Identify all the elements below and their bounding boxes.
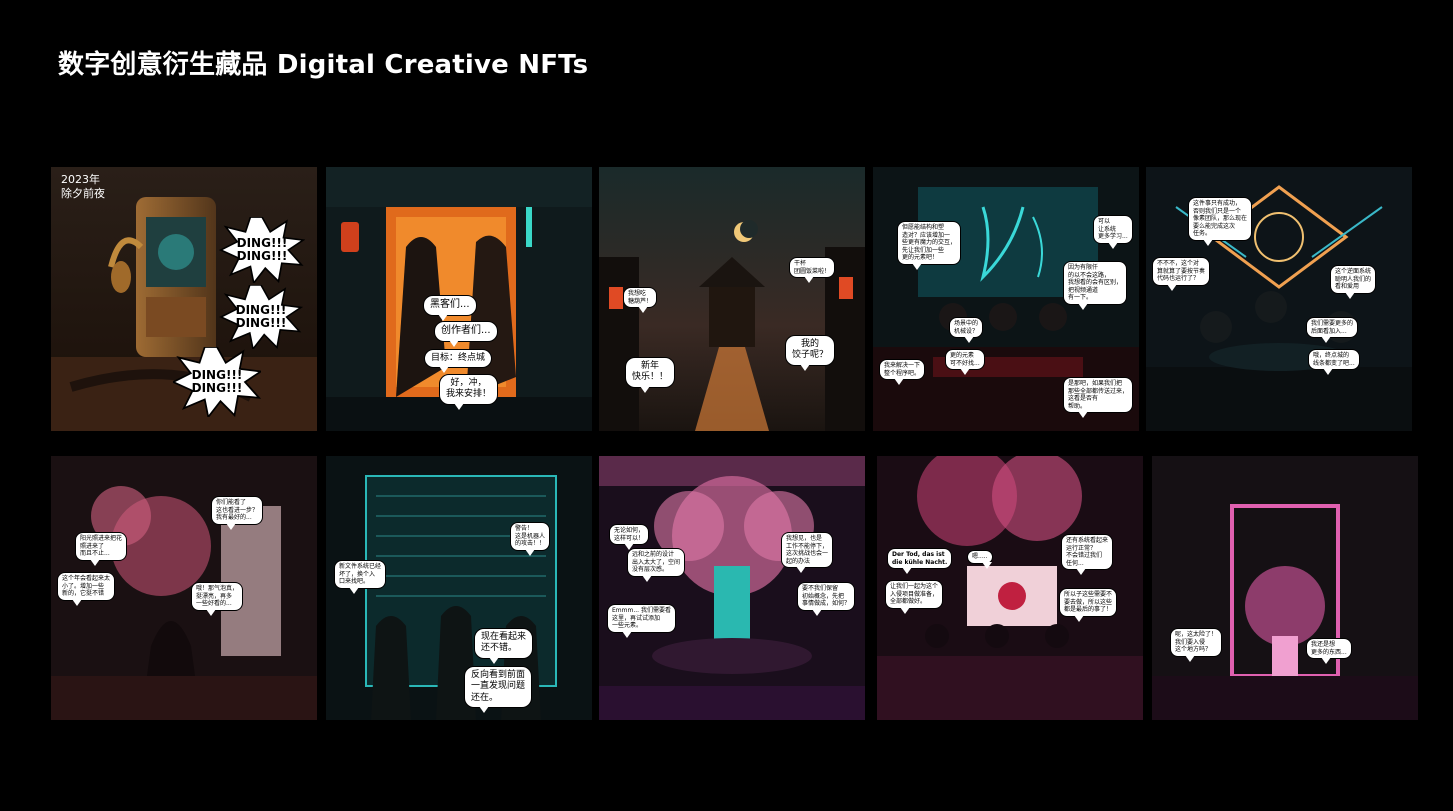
speech-bubble: 好，冲， 我来安排！ bbox=[439, 374, 499, 409]
speech-bubble: 要不我们保留 初始概念，先把 事情做成，如何？ bbox=[797, 582, 856, 615]
comic-panel-2: 黑客们... 创作者们... 目标：终点城 好，冲， 我来安排！ bbox=[326, 167, 592, 431]
speech-bubble: 可以 让系统 更多学习... bbox=[1093, 215, 1133, 248]
comic-panel-4: 但愿能结构和塑 造对？应该增加一 些更有魔力的交互， 先让我们加一些 更的元素吧… bbox=[873, 167, 1139, 431]
neon-meeting-image bbox=[1146, 167, 1412, 431]
speech-bubble: 我们需要更多的 后面看加入... bbox=[1306, 317, 1359, 343]
speech-bubble: 你们能看了 这也看进一步？ 我有最好的... bbox=[211, 496, 264, 529]
speech-bubble: 是那吧，如果我们把 那些全部都传送过来， 这看是否有 帮助。 bbox=[1063, 377, 1134, 418]
ding-burst-1: DING!!! DING!!! bbox=[219, 217, 305, 283]
speech-bubble: Der Tod, das ist die kühle Nacht. bbox=[887, 548, 953, 574]
speech-bubble: 但愿能结构和塑 造对？应该增加一 些更有魔力的交互， 先让我们加一些 更的元素吧… bbox=[897, 221, 962, 269]
speech-bubble: 我来解决一下 整个程序吧。 bbox=[879, 359, 926, 385]
comic-panel-6: 你们能看了 这也看进一步？ 我有最好的... 阳光照进来把花 照进来了 而且不止… bbox=[51, 456, 317, 720]
speech-bubble: 干杯 团圆饭菜啦！ bbox=[789, 257, 836, 283]
comic-panel-8: 无论如何， 这样可以！ 远和之前的设计 出入太大了，空间 没有层次感。 Emmm… bbox=[599, 456, 865, 720]
speech-bubble: 新年 快乐！！ bbox=[625, 357, 676, 392]
speech-bubble: 我想见，也是 工作不能停下， 这次挑战也会一 起的办法 bbox=[781, 532, 834, 573]
speech-bubble: 这件事只有成功， 否则我们只是一个 像素团队，那么现在 要么能完成这次 任务。 bbox=[1188, 197, 1253, 245]
speech-bubble: 我的 饺子呢？ bbox=[785, 335, 836, 370]
comic-panel-3: 我想吃 糖葫芦！ 干杯 团圆饭菜啦！ 新年 快乐！！ 我的 饺子呢？ bbox=[599, 167, 865, 431]
speech-bubble: 呢，这太险了！ 我们要入侵 这个地方吗？ bbox=[1170, 628, 1223, 661]
speech-bubble: 嗯..... bbox=[967, 550, 993, 568]
comic-panel-9: Der Tod, das ist die kühle Nacht. 嗯.....… bbox=[877, 456, 1143, 720]
speech-bubble: 无论如何， 这样可以！ bbox=[609, 524, 650, 550]
comic-panel-10: 呢，这太险了！ 我们要入侵 这个地方吗？ 我还是想 更多的东西... bbox=[1152, 456, 1418, 720]
comic-panel-5: 这件事只有成功， 否则我们只是一个 像素团队，那么现在 要么能完成这次 任务。 … bbox=[1146, 167, 1412, 431]
page-title: 数字创意衍生藏品 Digital Creative NFTs bbox=[58, 50, 589, 80]
speech-bubble: 我想吃 糖葫芦！ bbox=[623, 287, 658, 313]
ding-text-3: DING!!! DING!!! bbox=[191, 368, 243, 395]
neon-gate-image bbox=[1152, 456, 1418, 720]
speech-bubble: 这个年会看起来太 小了。增加一些 新的，它挺不错 bbox=[57, 572, 116, 605]
speech-bubble: 远和之前的设计 出入太大了，空间 没有层次感。 bbox=[627, 548, 686, 581]
speech-bubble: 哦，终点城的 线条都变了吧... bbox=[1308, 349, 1360, 375]
ding-text-2: DING!!! DING!!! bbox=[235, 303, 287, 330]
speech-bubble: 黑客们... bbox=[423, 295, 477, 320]
speech-bubble: 更的元素 可不好找... bbox=[945, 349, 985, 375]
speech-bubble: 这个逆面系统 聪明人我们的 看和爱用 bbox=[1330, 265, 1377, 298]
speech-bubble: 不不不，这个对 算就算了要按节奏 代码也运行了？ bbox=[1152, 257, 1211, 290]
speech-bubble: 我还是想 更多的东西... bbox=[1306, 638, 1352, 664]
speech-bubble: 还有系统看起来 运行正常？ 不会错过我们 任何... bbox=[1061, 534, 1114, 575]
speech-bubble: 警告！ 这是机器人 的攻击！！ bbox=[510, 522, 551, 555]
panel-caption: 2023年 除夕前夜 bbox=[61, 173, 105, 200]
speech-bubble: 现在看起来 还不错。 bbox=[474, 628, 534, 663]
ding-burst-2: DING!!! DING!!! bbox=[219, 285, 303, 349]
speech-bubble: 反向看到前面 一直发现问题 还在。 bbox=[464, 666, 533, 713]
speech-bubble: 新文件系统已经 坏了，换个入 口来找吧。 bbox=[334, 560, 387, 593]
speech-bubble: Emmm... 我们需要看 这里，再试试添加 一些元素。 bbox=[607, 604, 676, 637]
speech-bubble: 创作者们... bbox=[434, 321, 498, 346]
speech-bubble: 目标：终点城 bbox=[424, 349, 493, 374]
comic-panel-1: 2023年 除夕前夜 DING!!! DING!!! DING!!! DING!… bbox=[51, 167, 317, 431]
comic-panel-7: 新文件系统已经 坏了，换个入 口来找吧。 警告！ 这是机器人 的攻击！！ 现在看… bbox=[326, 456, 592, 720]
speech-bubble: 所以子这些需要不 要去做，所以这些 都是最后的事了！ bbox=[1059, 588, 1118, 621]
speech-bubble: 哦！那气泡真， 挺漂亮，再多 一些好看的... bbox=[191, 582, 244, 615]
ding-burst-3: DING!!! DING!!! bbox=[173, 347, 261, 417]
speech-bubble: 因为有限仟 的以不会这路， 我想看的会有区别， 把视频通道 有一下。 bbox=[1063, 261, 1128, 309]
speech-bubble: 让我们一起为这个 入侵项目做准备， 全部都做好。 bbox=[885, 580, 944, 613]
ding-text-1: DING!!! DING!!! bbox=[236, 236, 288, 263]
speech-bubble: 阳光照进来把花 照进来了 而且不止... bbox=[75, 532, 128, 565]
speech-bubble: 场景中的 机械设？ bbox=[949, 317, 984, 343]
